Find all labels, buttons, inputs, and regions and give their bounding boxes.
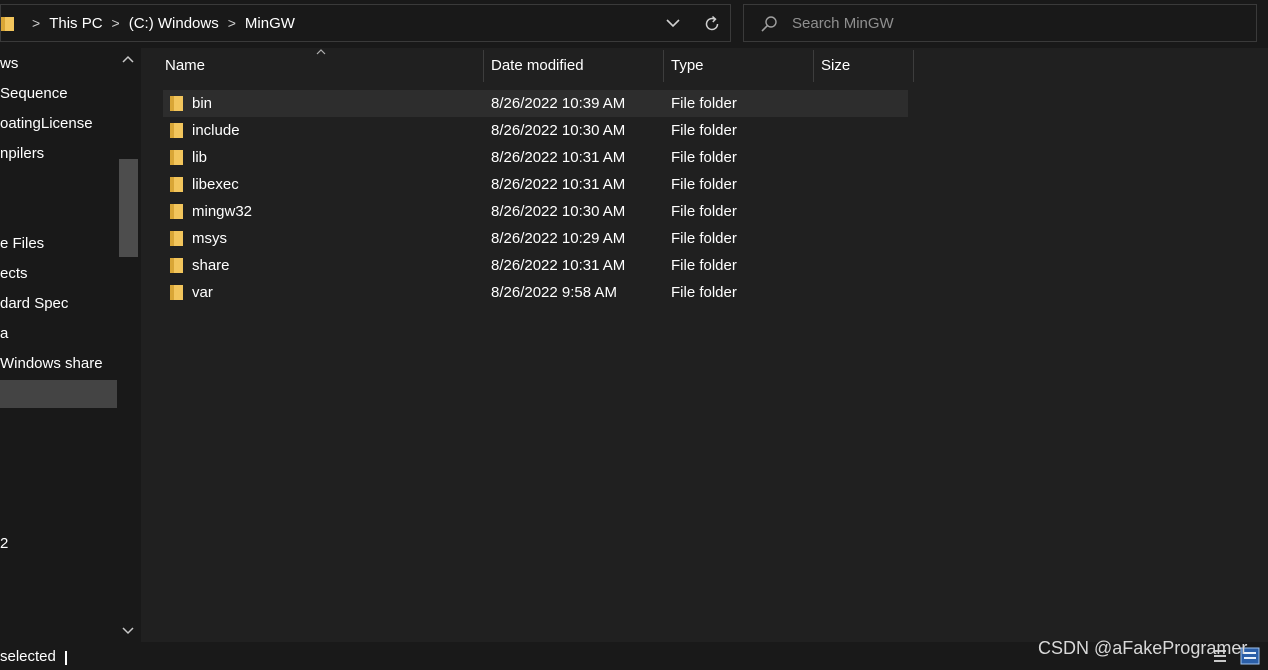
folder-icon: [170, 231, 183, 246]
file-name: mingw32: [192, 203, 253, 220]
chevron-down-icon[interactable]: [664, 16, 682, 30]
file-row[interactable]: lib 8/26/2022 10:31 AM File folder: [163, 144, 908, 171]
column-divider[interactable]: [913, 50, 914, 82]
nav-item-label: ects: [0, 265, 28, 282]
file-type: File folder: [671, 284, 737, 301]
folder-icon: [170, 150, 183, 165]
file-list: Name Date modified Type Size bin 8/26/20…: [141, 48, 1268, 642]
folder-icon: [170, 123, 183, 138]
nav-item[interactable]: Sequence: [0, 80, 117, 108]
file-row[interactable]: include 8/26/2022 10:30 AM File folder: [163, 117, 908, 144]
file-date: 8/26/2022 10:31 AM: [491, 176, 626, 193]
nav-item[interactable]: ects: [0, 260, 117, 288]
column-header-date-modified[interactable]: Date modified: [491, 50, 584, 82]
refresh-icon[interactable]: [702, 14, 722, 34]
folder-icon: [170, 204, 183, 219]
search-input[interactable]: [792, 5, 1232, 41]
file-type: File folder: [671, 95, 737, 112]
file-type: File folder: [671, 122, 737, 139]
sort-ascending-icon: [316, 49, 326, 55]
watermark: CSDN @aFakeProgramer: [1038, 638, 1248, 658]
nav-item[interactable]: oatingLicense: [0, 110, 117, 138]
column-header-name[interactable]: Name: [165, 50, 205, 82]
scroll-down-icon[interactable]: [120, 624, 136, 638]
file-date: 8/26/2022 10:39 AM: [491, 95, 626, 112]
folder-icon: [170, 177, 183, 192]
folder-icon: [170, 285, 183, 300]
chevron-right-icon[interactable]: >: [32, 15, 40, 31]
file-name: lib: [192, 149, 208, 166]
nav-item-label: oatingLicense: [0, 115, 93, 132]
breadcrumb: > This PC > (C:) Windows > MinGW: [23, 5, 295, 41]
file-type: File folder: [671, 230, 737, 247]
file-date: 8/26/2022 10:31 AM: [491, 257, 626, 274]
file-row[interactable]: share 8/26/2022 10:31 AM File folder: [163, 252, 908, 279]
nav-item-label: npilers: [0, 145, 45, 162]
folder-icon: [170, 258, 183, 273]
file-name: include: [192, 122, 240, 139]
breadcrumb-c-drive[interactable]: (C:) Windows: [129, 15, 219, 32]
file-name: var: [192, 284, 213, 301]
file-type: File folder: [671, 149, 737, 166]
file-type: File folder: [671, 203, 737, 220]
file-name: bin: [192, 95, 213, 112]
breadcrumb-mingw[interactable]: MinGW: [245, 15, 295, 32]
address-bar[interactable]: > This PC > (C:) Windows > MinGW: [0, 4, 731, 42]
folder-icon: [170, 96, 183, 111]
column-divider[interactable]: [663, 50, 664, 82]
file-type: File folder: [671, 176, 737, 193]
nav-item-label: Windows share: [0, 355, 103, 372]
nav-item-label: Sequence: [0, 85, 68, 102]
file-name: libexec: [192, 176, 239, 193]
file-row[interactable]: libexec 8/26/2022 10:31 AM File folder: [163, 171, 908, 198]
chevron-right-icon[interactable]: >: [112, 15, 120, 31]
column-header-size[interactable]: Size: [821, 50, 850, 82]
scrollbar-thumb[interactable]: [119, 159, 138, 257]
status-divider: [65, 651, 67, 665]
status-text: selected: [0, 648, 56, 665]
file-date: 8/26/2022 10:30 AM: [491, 203, 626, 220]
nav-item[interactable]: ws: [0, 50, 117, 78]
nav-item-label: 2: [0, 535, 9, 552]
file-name: msys: [192, 230, 227, 247]
folder-icon: [1, 17, 14, 31]
nav-item[interactable]: dard Spec: [0, 290, 117, 318]
file-row[interactable]: msys 8/26/2022 10:29 AM File folder: [163, 225, 908, 252]
file-type: File folder: [671, 257, 737, 274]
nav-item[interactable]: npilers: [0, 140, 117, 168]
file-date: 8/26/2022 10:30 AM: [491, 122, 626, 139]
file-row[interactable]: mingw32 8/26/2022 10:30 AM File folder: [163, 198, 908, 225]
column-divider[interactable]: [483, 50, 484, 82]
column-divider[interactable]: [813, 50, 814, 82]
nav-item-label: ws: [0, 55, 19, 72]
nav-item[interactable]: e Files: [0, 230, 117, 258]
breadcrumb-this-pc[interactable]: This PC: [49, 15, 102, 32]
chevron-right-icon[interactable]: >: [228, 15, 236, 31]
file-row[interactable]: var 8/26/2022 9:58 AM File folder: [163, 279, 908, 306]
navigation-pane: ws Sequence oatingLicense npilers e File…: [0, 48, 140, 642]
nav-item[interactable]: Windows share: [0, 350, 117, 378]
file-row[interactable]: bin 8/26/2022 10:39 AM File folder: [163, 90, 908, 117]
nav-item-selected[interactable]: [0, 380, 117, 408]
nav-item-label: dard Spec: [0, 295, 69, 312]
file-date: 8/26/2022 9:58 AM: [491, 284, 617, 301]
nav-item[interactable]: 2: [0, 530, 117, 558]
nav-item[interactable]: a: [0, 320, 117, 348]
nav-item-label: e Files: [0, 235, 45, 252]
file-name: share: [192, 257, 230, 274]
file-date: 8/26/2022 10:29 AM: [491, 230, 626, 247]
search-box: [743, 4, 1257, 42]
search-icon: [761, 16, 777, 32]
file-date: 8/26/2022 10:31 AM: [491, 149, 626, 166]
scroll-up-icon[interactable]: [120, 52, 136, 66]
nav-item-label: a: [0, 325, 9, 342]
column-header-type[interactable]: Type: [671, 50, 704, 82]
